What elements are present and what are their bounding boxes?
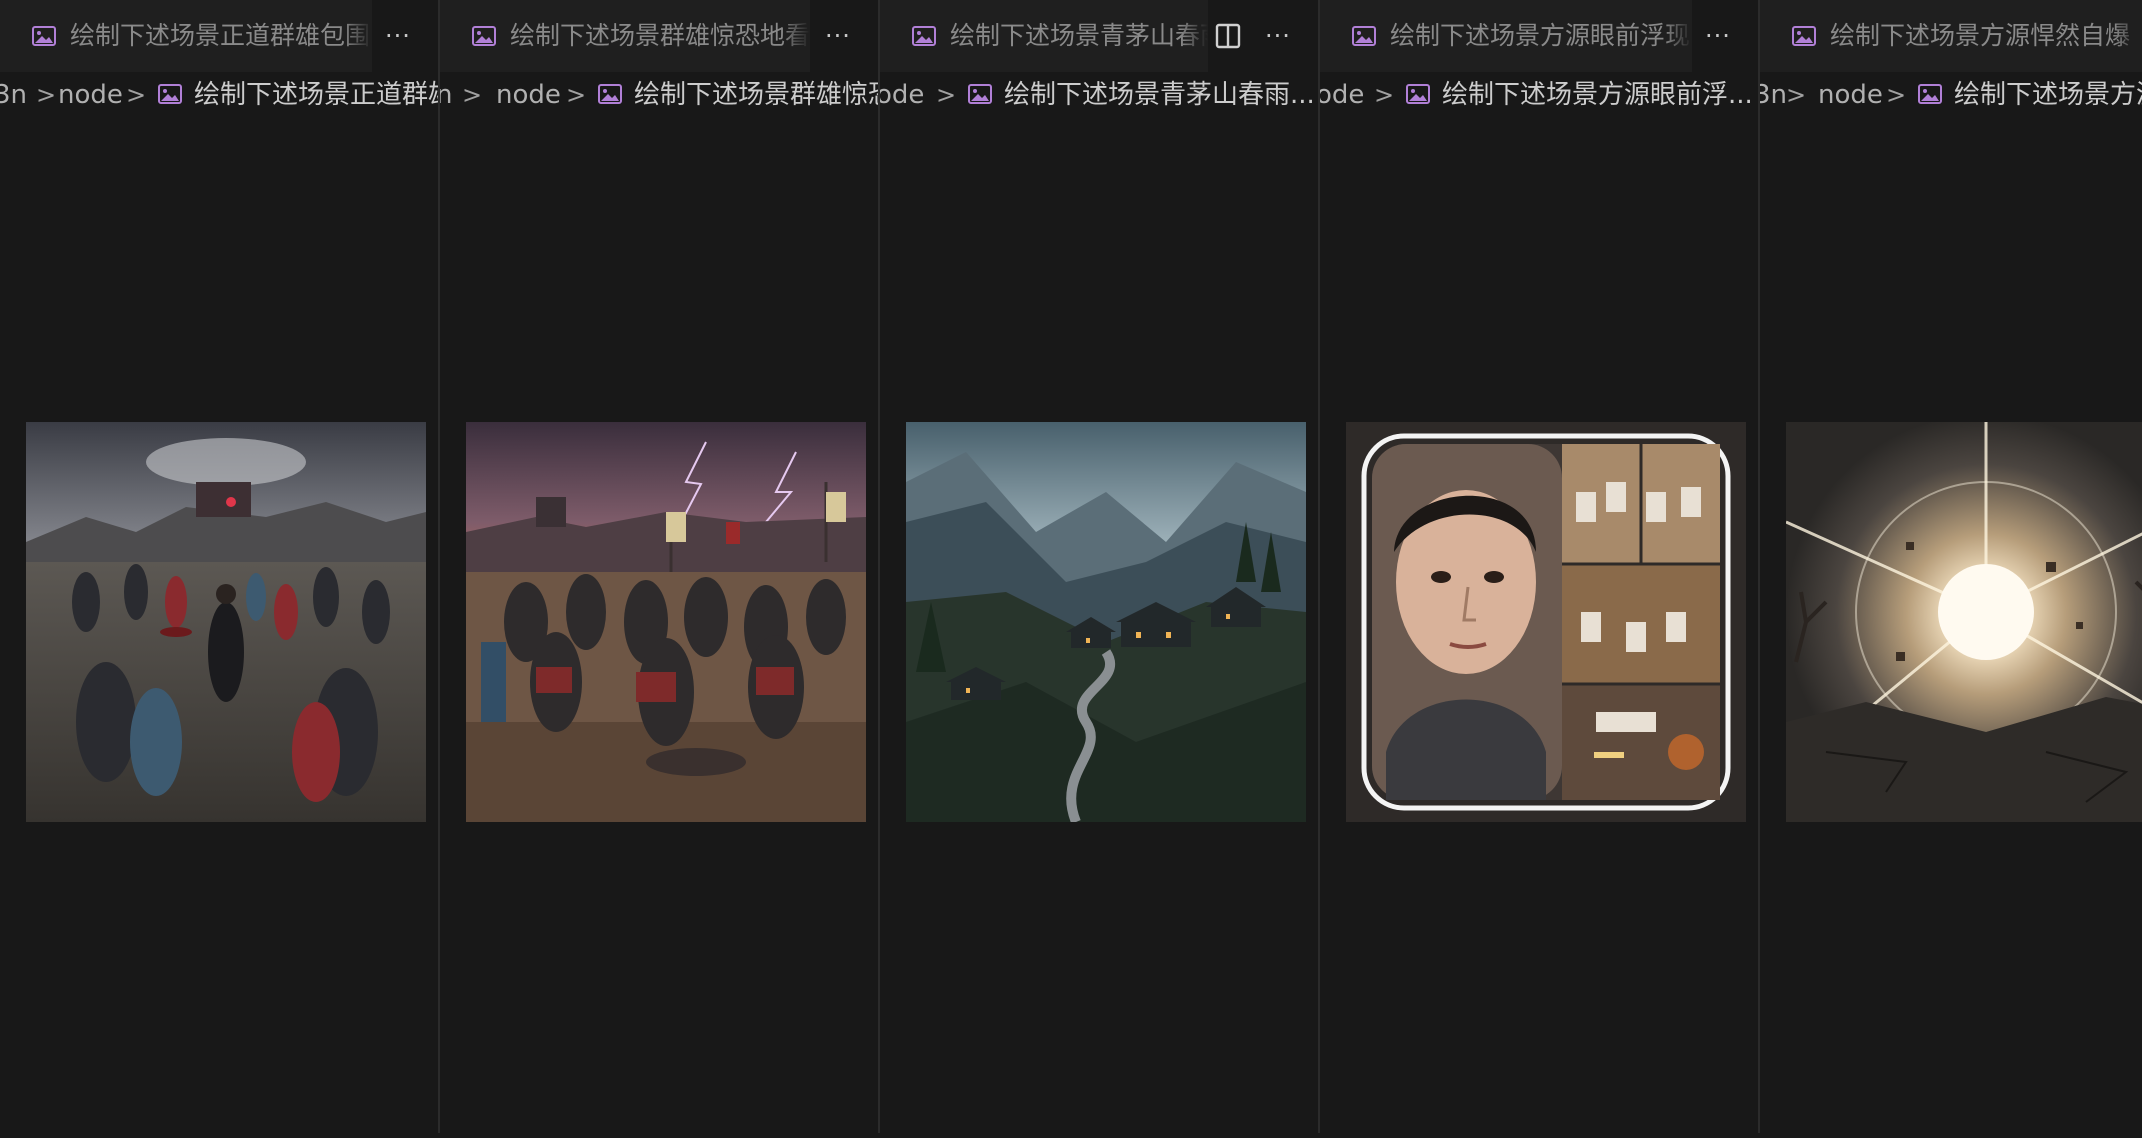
breadcrumb: ode > 绘制下述场景方源眼前浮... <box>1320 72 1758 118</box>
editor-group-3: 绘制下述场景青茅山春雨 ··· ode > 绘制下述场景青茅山春雨... <box>880 0 1320 1133</box>
editor-workbench: 绘制下述场景正道群雄包围 ··· 3n > node > 绘制下述场景正道群雄 <box>0 0 2142 1138</box>
chevron-right-icon: > <box>1374 81 1395 109</box>
editor-group-4: 绘制下述场景方源眼前浮现 ··· ode > 绘制下述场景方源眼前浮... <box>1320 0 1760 1133</box>
more-actions-icon[interactable]: ··· <box>380 18 416 54</box>
breadcrumb: 3n > node > 绘制下述场景方源 <box>1760 72 2142 118</box>
image-file-icon <box>912 26 936 46</box>
breadcrumb-file[interactable]: 绘制下述场景青茅山春雨... <box>1004 78 1315 112</box>
breadcrumb-node[interactable]: node <box>1818 78 1883 112</box>
tab-bar: 绘制下述场景方源悍然自爆 <box>1760 0 2142 73</box>
split-editor-icon[interactable] <box>1210 18 1246 54</box>
editor-tab[interactable]: 绘制下述场景方源眼前浮现 <box>1320 0 1692 72</box>
breadcrumb-folder[interactable]: n <box>440 78 452 112</box>
breadcrumb-file[interactable]: 绘制下述场景群雄惊恐 <box>634 78 878 112</box>
image-preview <box>1346 422 1746 822</box>
chevron-right-icon: > <box>462 81 483 109</box>
tab-bar: 绘制下述场景方源眼前浮现 ··· <box>1320 0 1758 73</box>
image-file-icon <box>158 84 182 104</box>
image-preview <box>466 422 866 822</box>
breadcrumb-file[interactable]: 绘制下述场景正道群雄 <box>194 78 438 112</box>
chevron-right-icon: > <box>36 81 57 109</box>
chevron-right-icon: > <box>1886 81 1907 109</box>
breadcrumb-node[interactable]: node <box>496 78 561 112</box>
image-file-icon <box>32 26 56 46</box>
chevron-right-icon: > <box>936 81 957 109</box>
more-actions-icon[interactable]: ··· <box>820 18 856 54</box>
editor-group-2: 绘制下述场景群雄惊恐地看 ··· n > node > 绘制下述场景群雄惊恐 <box>440 0 880 1133</box>
image-preview <box>26 422 426 822</box>
tab-fade <box>1180 0 1208 72</box>
breadcrumb-folder[interactable]: ode <box>1320 78 1364 112</box>
editor-group-1: 绘制下述场景正道群雄包围 ··· 3n > node > 绘制下述场景正道群雄 <box>0 0 440 1133</box>
editor-tab[interactable]: 绘制下述场景群雄惊恐地看 <box>440 0 810 72</box>
breadcrumb-file[interactable]: 绘制下述场景方源 <box>1954 78 2142 112</box>
editor-tab[interactable]: 绘制下述场景青茅山春雨 <box>880 0 1208 72</box>
image-file-icon <box>1352 26 1376 46</box>
breadcrumb: 3n > node > 绘制下述场景正道群雄 <box>0 72 438 118</box>
image-preview <box>1786 422 2142 822</box>
breadcrumb-node[interactable]: node <box>58 78 123 112</box>
more-actions-icon[interactable]: ··· <box>1260 18 1296 54</box>
tab-bar: 绘制下述场景青茅山春雨 ··· <box>880 0 1318 73</box>
image-file-icon <box>1406 84 1430 104</box>
tab-label: 绘制下述场景正道群雄包围 <box>70 21 371 50</box>
editor-tab[interactable]: 绘制下述场景方源悍然自爆 <box>1760 0 2142 72</box>
breadcrumb-folder[interactable]: 3n <box>0 78 27 112</box>
editor-tab[interactable]: 绘制下述场景正道群雄包围 <box>0 0 372 72</box>
image-preview <box>906 422 1306 822</box>
tab-bar: 绘制下述场景正道群雄包围 ··· <box>0 0 438 73</box>
tab-label: 绘制下述场景方源悍然自爆 <box>1830 21 2131 50</box>
breadcrumb: ode > 绘制下述场景青茅山春雨... <box>880 72 1318 118</box>
image-file-icon <box>598 84 622 104</box>
breadcrumb: n > node > 绘制下述场景群雄惊恐 <box>440 72 878 118</box>
breadcrumb-folder[interactable]: 3n <box>1760 78 1787 112</box>
chevron-right-icon: > <box>126 81 147 109</box>
editor-group-5: 绘制下述场景方源悍然自爆 3n > node > 绘制下述场景方源 <box>1760 0 2142 1133</box>
tab-bar: 绘制下述场景群雄惊恐地看 ··· <box>440 0 878 73</box>
chevron-right-icon: > <box>1786 81 1807 109</box>
image-file-icon <box>472 26 496 46</box>
image-file-icon <box>1918 84 1942 104</box>
breadcrumb-folder[interactable]: ode <box>880 78 924 112</box>
tab-fade <box>1664 0 1692 72</box>
image-file-icon <box>1792 26 1816 46</box>
tab-fade <box>344 0 372 72</box>
tab-label: 绘制下述场景群雄惊恐地看 <box>510 21 810 50</box>
breadcrumb-file[interactable]: 绘制下述场景方源眼前浮... <box>1442 78 1753 112</box>
tab-fade <box>782 0 810 72</box>
chevron-right-icon: > <box>566 81 587 109</box>
more-actions-icon[interactable]: ··· <box>1700 18 1736 54</box>
tab-label: 绘制下述场景青茅山春雨 <box>950 21 1208 50</box>
tab-fade <box>2114 0 2142 72</box>
image-file-icon <box>968 84 992 104</box>
tab-label: 绘制下述场景方源眼前浮现 <box>1390 21 1691 50</box>
